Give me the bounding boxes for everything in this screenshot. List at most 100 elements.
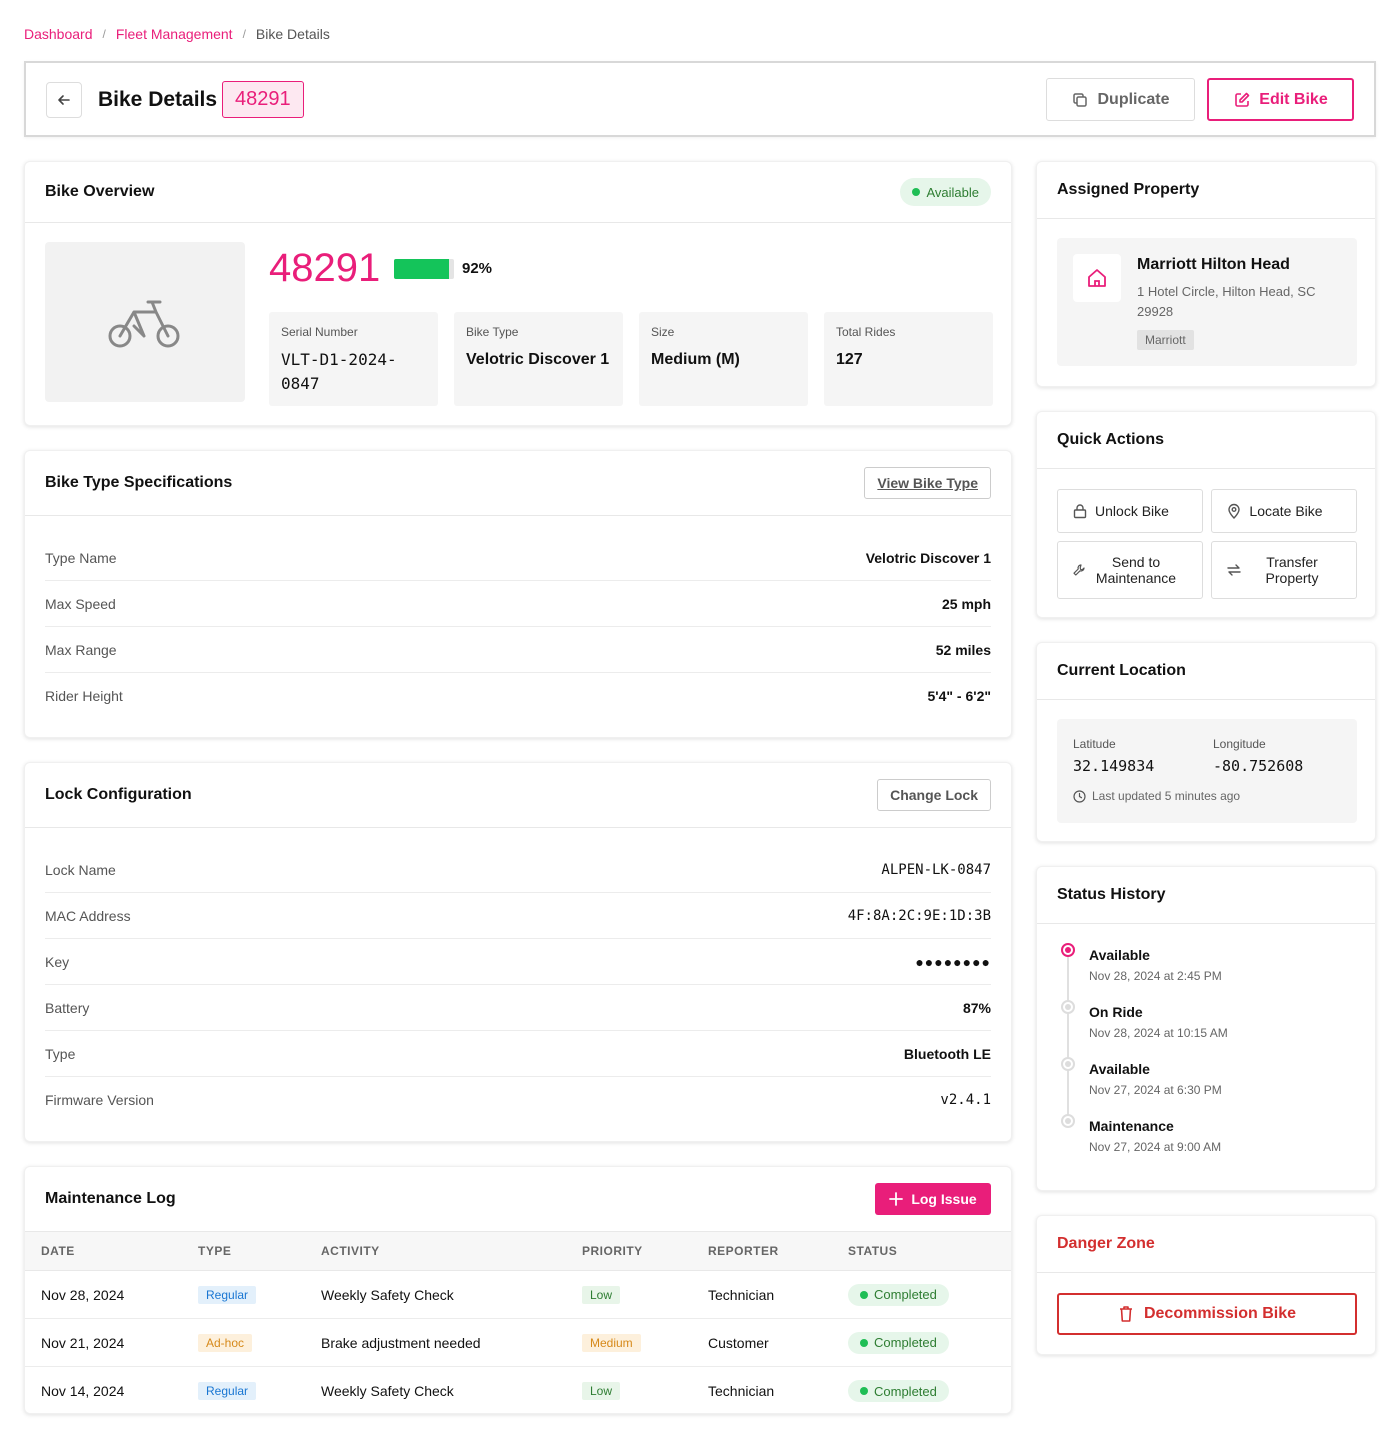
status-badge: Completed bbox=[848, 1331, 949, 1354]
card-title: Bike Overview bbox=[45, 183, 155, 200]
table-row[interactable]: Nov 21, 2024 Ad-hoc Brake adjustment nee… bbox=[25, 1319, 1011, 1367]
copy-icon bbox=[1073, 92, 1088, 107]
home-icon bbox=[1073, 254, 1121, 302]
timeline-dot-active-icon bbox=[1061, 943, 1075, 957]
unlock-bike-button[interactable]: Unlock Bike bbox=[1057, 489, 1203, 533]
last-updated-text: Last updated 5 minutes ago bbox=[1092, 789, 1241, 803]
stat-value: Medium (M) bbox=[651, 351, 740, 368]
lock-icon bbox=[1073, 504, 1087, 519]
lock-label: Battery bbox=[45, 999, 90, 1016]
status-label: Available bbox=[926, 184, 979, 200]
breadcrumb-separator: / bbox=[242, 27, 246, 41]
lock-config-card: Lock Configuration Change Lock Lock Name… bbox=[24, 762, 1012, 1142]
stat-label: Bike Type bbox=[466, 325, 519, 339]
status-badge: Available bbox=[900, 178, 991, 206]
latitude-value: 32.149834 bbox=[1073, 757, 1155, 775]
map-pin-icon bbox=[1228, 503, 1240, 519]
cell-date: Nov 21, 2024 bbox=[41, 1334, 125, 1351]
cell-activity: Brake adjustment needed bbox=[321, 1334, 481, 1351]
page-title: Bike Details bbox=[98, 88, 218, 111]
card-title: Maintenance Log bbox=[45, 1190, 176, 1207]
table-row[interactable]: Nov 28, 2024 Regular Weekly Safety Check… bbox=[25, 1271, 1011, 1319]
stat-label: Total Rides bbox=[836, 325, 896, 339]
maintenance-log-card: Maintenance Log Log Issue DATE TYPE ACTI… bbox=[24, 1166, 1012, 1414]
card-header: Current Location bbox=[1037, 643, 1375, 700]
card-header: Assigned Property bbox=[1037, 162, 1375, 219]
quick-actions-card: Quick Actions Unlock Bike Locate Bike Se… bbox=[1036, 411, 1376, 618]
column-header-activity: ACTIVITY bbox=[321, 1244, 380, 1258]
timeline-dot-icon bbox=[1061, 1057, 1075, 1071]
lock-row: Key ●●●●●●●● bbox=[45, 939, 991, 985]
lock-value: 87% bbox=[962, 999, 991, 1016]
decommission-label: Decommission Bike bbox=[1143, 1305, 1297, 1322]
card-title: Danger Zone bbox=[1057, 1235, 1155, 1252]
property-name: Marriott Hilton Head bbox=[1137, 256, 1290, 273]
stat-value: 127 bbox=[836, 351, 863, 368]
history-status: Available bbox=[1089, 947, 1150, 963]
card-title: Status History bbox=[1057, 886, 1166, 903]
lock-value: v2.4.1 bbox=[940, 1092, 991, 1108]
back-button[interactable] bbox=[46, 82, 82, 118]
history-status: On Ride bbox=[1089, 1004, 1143, 1020]
status-dot-icon bbox=[912, 188, 921, 196]
status-dot-icon bbox=[860, 1387, 868, 1395]
lock-row: Firmware Version v2.4.1 bbox=[45, 1077, 991, 1123]
breadcrumb-fleet-management[interactable]: Fleet Management bbox=[116, 26, 233, 42]
lock-value: 4F:8A:2C:9E:1D:3B bbox=[847, 907, 991, 924]
spec-value: 52 miles bbox=[935, 641, 991, 658]
edit-bike-button[interactable]: Edit Bike bbox=[1207, 78, 1354, 121]
timeline-line bbox=[1067, 953, 1069, 1125]
transfer-property-button[interactable]: Transfer Property bbox=[1211, 541, 1357, 599]
cell-reporter: Technician bbox=[708, 1383, 775, 1399]
spec-label: Type Name bbox=[45, 549, 117, 566]
breadcrumb: Dashboard / Fleet Management / Bike Deta… bbox=[24, 26, 330, 42]
stat-size: Size Medium (M) bbox=[639, 312, 808, 406]
history-time: Nov 28, 2024 at 10:15 AM bbox=[1089, 1026, 1228, 1040]
battery-percent: 92% bbox=[462, 260, 493, 277]
card-title: Bike Type Specifications bbox=[45, 474, 233, 491]
view-bike-type-button[interactable]: View Bike Type bbox=[864, 467, 991, 499]
status-dot-icon bbox=[860, 1290, 868, 1299]
change-lock-button[interactable]: Change Lock bbox=[877, 779, 991, 811]
decommission-bike-button[interactable]: Decommission Bike bbox=[1057, 1293, 1357, 1335]
lock-label: Key bbox=[45, 953, 70, 970]
table-row[interactable]: Nov 14, 2024 Regular Weekly Safety Check… bbox=[25, 1367, 1011, 1415]
lock-row: MAC Address 4F:8A:2C:9E:1D:3B bbox=[45, 893, 991, 939]
card-title: Lock Configuration bbox=[45, 786, 192, 803]
column-header-status: STATUS bbox=[848, 1244, 898, 1258]
spec-label: Max Speed bbox=[45, 595, 116, 612]
status-badge: Completed bbox=[848, 1283, 949, 1306]
lock-value: Bluetooth LE bbox=[903, 1045, 991, 1062]
arrow-left-icon bbox=[58, 95, 70, 105]
card-title: Assigned Property bbox=[1057, 181, 1200, 198]
transfer-icon bbox=[1227, 564, 1241, 576]
property-item[interactable]: Marriott Hilton Head 1 Hotel Circle, Hil… bbox=[1057, 238, 1357, 366]
property-tag: Marriott bbox=[1137, 330, 1194, 350]
bike-id-badge: 48291 bbox=[222, 81, 304, 118]
spec-value: 5'4" - 6'2" bbox=[927, 688, 991, 704]
priority-tag: Low bbox=[582, 1285, 621, 1304]
maintenance-table: DATE TYPE ACTIVITY PRIORITY REPORTER STA… bbox=[25, 1231, 1011, 1415]
lock-label: Lock Name bbox=[45, 861, 116, 878]
type-tag: Regular bbox=[198, 1382, 257, 1400]
lock-label: Firmware Version bbox=[45, 1092, 154, 1108]
locate-bike-button[interactable]: Locate Bike bbox=[1211, 489, 1357, 533]
type-tag: Ad-hoc bbox=[198, 1333, 253, 1352]
cell-date: Nov 14, 2024 bbox=[41, 1383, 125, 1399]
card-header: Quick Actions bbox=[1037, 412, 1375, 469]
bike-number: 48291 bbox=[269, 246, 381, 290]
duplicate-label: Duplicate bbox=[1097, 90, 1170, 108]
status-label: Completed bbox=[874, 1287, 937, 1302]
breadcrumb-dashboard[interactable]: Dashboard bbox=[24, 26, 93, 42]
status-label: Completed bbox=[874, 1335, 937, 1350]
lock-value: ALPEN-LK-0847 bbox=[881, 861, 991, 878]
cell-activity: Weekly Safety Check bbox=[321, 1383, 454, 1399]
send-to-maintenance-button[interactable]: Send to Maintenance bbox=[1057, 541, 1203, 599]
column-header-date: DATE bbox=[41, 1244, 75, 1258]
log-issue-button[interactable]: Log Issue bbox=[875, 1183, 991, 1215]
timeline-dot-icon bbox=[1061, 1000, 1075, 1014]
card-header: Bike Overview Available bbox=[25, 162, 1011, 223]
card-header: Lock Configuration Change Lock bbox=[25, 763, 1011, 828]
duplicate-button[interactable]: Duplicate bbox=[1046, 78, 1195, 121]
cell-reporter: Technician bbox=[708, 1286, 775, 1303]
